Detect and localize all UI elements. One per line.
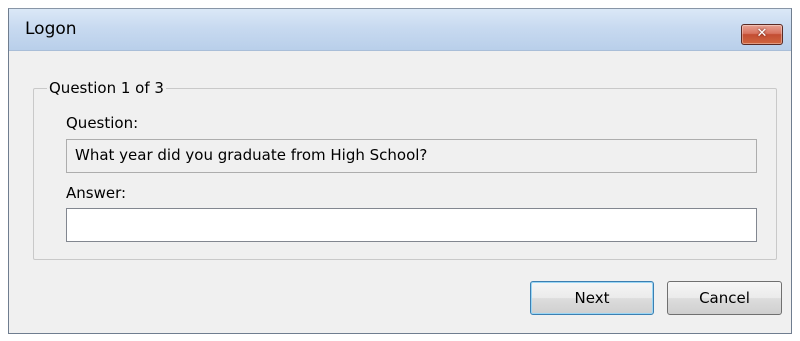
title-bar: Logon ✕ [9,9,791,51]
answer-label: Answer: [66,184,127,202]
question-progress-legend: Question 1 of 3 [47,79,166,97]
close-icon: ✕ [756,26,768,41]
next-button[interactable]: Next [530,281,654,315]
close-button[interactable]: ✕ [741,24,783,45]
window-title: Logon [25,19,77,39]
question-label: Question: [66,114,139,132]
question-text-field: What year did you graduate from High Sch… [66,139,757,173]
cancel-button[interactable]: Cancel [667,281,782,315]
answer-input[interactable] [66,208,757,242]
